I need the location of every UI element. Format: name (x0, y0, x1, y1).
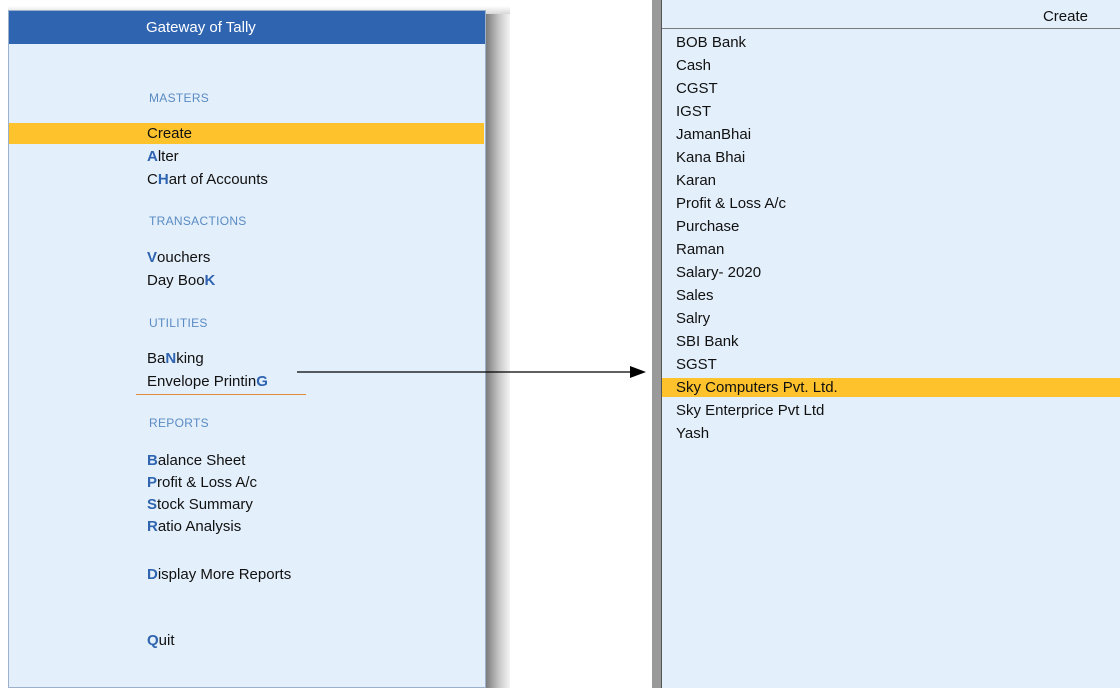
ledger-list-item[interactable]: Karan (662, 171, 1120, 190)
ledger-list-item[interactable]: Cash (662, 56, 1120, 75)
ledger-item-label: Karan (676, 172, 717, 189)
ledger-list-item[interactable]: SGST (662, 355, 1120, 374)
ledger-item-label: CGST (676, 80, 718, 97)
ledger-item-label: Purchase (676, 218, 740, 235)
ledger-list-item[interactable]: Salry (662, 309, 1120, 328)
ledger-item-label: Yash (676, 425, 710, 442)
ledger-list-item[interactable]: Yash (662, 424, 1120, 443)
ledger-item-label: Kana Bhai (676, 149, 746, 166)
ledger-item-label: BOB Bank (676, 34, 747, 51)
list-header: Create (662, 0, 1120, 29)
ledger-item-label: SBI Bank (676, 333, 739, 350)
ledger-list-panel: Create BOB Bank Cash CGST IGST JamanBhai Kana… (661, 0, 1120, 688)
ledger-item-label: Salry (676, 310, 711, 327)
ledger-list-item[interactable]: Salary- 2020 (662, 263, 1120, 282)
ledger-item-label: Sky Computers Pvt. Ltd. (676, 379, 838, 396)
ledger-item-label: Salary- 2020 (676, 264, 762, 281)
list-header-title: Create (1042, 8, 1088, 25)
ledger-list-item[interactable]: CGST (662, 79, 1120, 98)
ledger-item-label: Sales (676, 287, 714, 304)
ledger-list-item[interactable]: JamanBhai (662, 125, 1120, 144)
ledger-list-item[interactable]: Kana Bhai (662, 148, 1120, 167)
ledger-list-item[interactable]: Sky Computers Pvt. Ltd. (662, 378, 1120, 397)
ledger-list-item[interactable]: Purchase (662, 217, 1120, 236)
ledger-list-item[interactable]: BOB Bank (662, 33, 1120, 52)
ledger-item-label: JamanBhai (676, 126, 752, 143)
ledger-list-item[interactable]: Sky Enterprice Pvt Ltd (662, 401, 1120, 420)
ledger-item-label: Cash (676, 57, 712, 74)
ledger-item-label: SGST (676, 356, 717, 373)
ledger-list-item[interactable]: Raman (662, 240, 1120, 259)
ledger-list-item[interactable]: Sales (662, 286, 1120, 305)
ledger-item-label: Profit & Loss A/c (676, 195, 787, 212)
ledger-item-label: IGST (676, 103, 712, 120)
ledger-list-item[interactable]: IGST (662, 102, 1120, 121)
ledger-list-item[interactable]: SBI Bank (662, 332, 1120, 351)
ledger-item-label: Sky Enterprice Pvt Ltd (676, 402, 825, 419)
ledger-item-label: Raman (676, 241, 725, 258)
ledger-list-item[interactable]: Profit & Loss A/c (662, 194, 1120, 213)
